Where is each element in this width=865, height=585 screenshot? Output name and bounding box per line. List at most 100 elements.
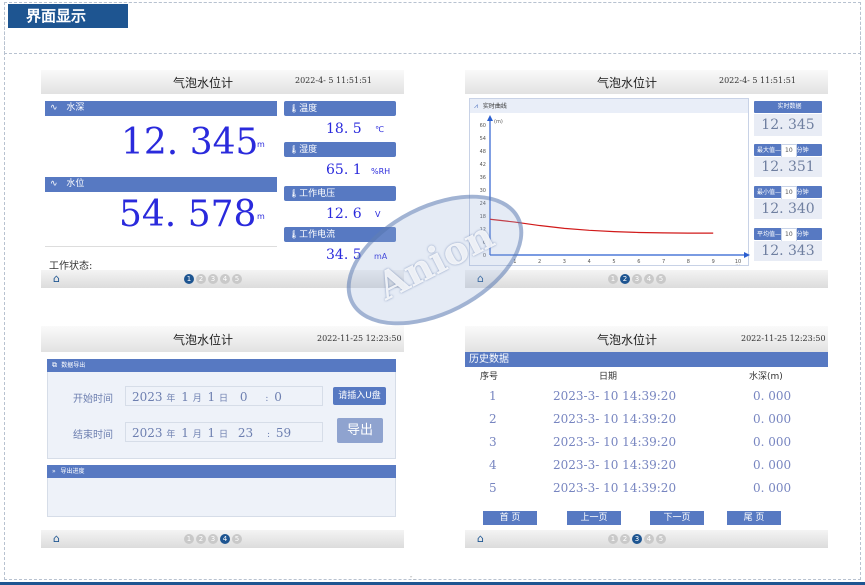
home-icon[interactable]: ⌂ — [53, 273, 60, 285]
page-dot-1[interactable]: 1 — [608, 274, 618, 284]
page-dot-4[interactable]: 4 — [220, 274, 230, 284]
max-label-text: 最大值— — [757, 147, 782, 154]
page-dot-2[interactable]: 2 — [620, 534, 630, 544]
y-axis-arrow — [487, 115, 493, 121]
end-day[interactable]: 1 — [208, 426, 216, 440]
watermark-text: Anion — [369, 211, 501, 309]
page-dot-5[interactable]: 5 — [656, 274, 666, 284]
export-title: 数据导出 — [61, 362, 86, 369]
page-dot-1[interactable]: 1 — [608, 534, 618, 544]
page-dot-2[interactable]: 2 — [620, 274, 630, 284]
y-axis-label: (m) — [494, 119, 503, 125]
page-dot-4[interactable]: 4 — [220, 534, 230, 544]
x-axis-arrow — [744, 252, 750, 258]
chevrons-icon: » — [52, 468, 56, 475]
panel-header: 气泡水位计 2022-11-25 12:23:50 — [41, 326, 404, 352]
page-indicator: 1 2 3 4 5 — [608, 534, 666, 544]
x-tick-label: 2 — [538, 259, 541, 265]
y-tick-label: 60 — [480, 123, 486, 129]
first-page-button[interactable]: 首 页 — [483, 511, 537, 525]
avg-minutes-input[interactable]: 10 — [781, 228, 797, 242]
app-title: 气泡水位计 — [173, 76, 234, 90]
table-row: 4 2023-3- 10 14:39:20 0. 000 — [465, 458, 828, 478]
level-label: 水位 — [66, 179, 85, 189]
export-icon: ⧉ — [52, 361, 57, 369]
thermometer-icon: 🌡 — [289, 230, 300, 239]
chart-icon: ⩘ — [474, 102, 478, 110]
end-year[interactable]: 2023 — [132, 426, 163, 440]
page-dot-3[interactable]: 3 — [632, 274, 642, 284]
page-dot-3[interactable]: 3 — [208, 274, 218, 284]
start-time-field[interactable]: 2023 年 1 月 1 日 0 : 0 — [125, 386, 323, 406]
page-dot-2[interactable]: 2 — [196, 534, 206, 544]
table-row: 5 2023-3- 10 14:39:20 0. 000 — [465, 481, 828, 501]
x-axis-unit: (h) — [735, 264, 741, 265]
header-index: 序号 — [480, 372, 499, 382]
export-button[interactable]: 导出 — [337, 418, 383, 443]
end-time-field[interactable]: 2023 年 1 月 1 日 23 : 59 — [125, 422, 323, 442]
table-row: 2 2023-3- 10 14:39:20 0. 000 — [465, 412, 828, 432]
page-dot-3[interactable]: 3 — [208, 534, 218, 544]
depth-unit: m — [257, 140, 265, 149]
row-date: 2023-3- 10 14:39:20 — [553, 412, 677, 426]
x-tick-label: 6 — [637, 259, 640, 265]
end-hour[interactable]: 23 — [238, 426, 253, 440]
panel-footer: ⌂ 1 2 3 4 5 — [465, 530, 828, 548]
prev-page-button[interactable]: 上一页 — [567, 511, 621, 525]
temp-value: 18. 5 — [326, 121, 362, 137]
start-year[interactable]: 2023 — [132, 390, 163, 404]
min-label: 最小值— 10 分钟 — [754, 186, 822, 200]
page-dot-5[interactable]: 5 — [232, 534, 242, 544]
max-minutes-input[interactable]: 10 — [781, 144, 797, 158]
panel-footer: ⌂ 1 2 3 4 5 — [41, 530, 404, 548]
next-page-button[interactable]: 下一页 — [650, 511, 704, 525]
start-minute[interactable]: 0 — [274, 390, 282, 404]
clock: 2022-4- 5 11:51:51 — [719, 76, 796, 85]
page-dot-1[interactable]: 1 — [184, 274, 194, 284]
end-minute[interactable]: 59 — [276, 426, 291, 440]
end-month[interactable]: 1 — [181, 426, 189, 440]
page-dot-5[interactable]: 5 — [656, 534, 666, 544]
min-minutes-input[interactable]: 10 — [781, 186, 797, 200]
level-unit: m — [257, 212, 265, 221]
voltage-label: 工作电压 — [299, 189, 336, 199]
panel-realtime: 气泡水位计 2022-4- 5 11:51:51 ⩘ 实时曲线 (m) 60 54 4… — [465, 70, 828, 288]
header-frame — [4, 2, 861, 54]
page-dot-3[interactable]: 3 — [632, 534, 642, 544]
page-indicator: 1 2 3 4 5 — [184, 534, 242, 544]
page-dot-4[interactable]: 4 — [644, 274, 654, 284]
header-depth: 水深(m) — [749, 372, 783, 382]
panel-header: 气泡水位计 2022-11-25 12:23:50 — [465, 326, 828, 352]
voltage-bar: 🌡工作电压 — [284, 186, 396, 201]
chart-title: 实时曲线 — [482, 103, 507, 110]
panel-export: 气泡水位计 2022-11-25 12:23:50 ⧉ 数据导出 开始时间 20… — [41, 326, 404, 548]
row-date: 2023-3- 10 14:39:20 — [553, 481, 677, 495]
x-tick-label: 4 — [588, 259, 591, 265]
page-dot-4[interactable]: 4 — [644, 534, 654, 544]
depth-bar: ∿ 水深 — [45, 101, 277, 116]
level-value: 54. 578 — [119, 194, 257, 235]
home-icon[interactable]: ⌂ — [477, 533, 484, 545]
page-dot-2[interactable]: 2 — [196, 274, 206, 284]
page-dot-1[interactable]: 1 — [184, 534, 194, 544]
last-page-button[interactable]: 尾 页 — [727, 511, 781, 525]
table-header: 序号 日期 水深(m) — [465, 369, 828, 383]
page-dot-5[interactable]: 5 — [232, 274, 242, 284]
depth-value: 12. 345 — [121, 122, 259, 163]
y-tick-label: 42 — [480, 162, 486, 168]
month-char: 月 — [192, 430, 202, 440]
min-minutes-unit: 分钟 — [796, 189, 809, 196]
table-row: 3 2023-3- 10 14:39:20 0. 000 — [465, 435, 828, 455]
insert-usb-button[interactable]: 请插入U盘 — [333, 387, 386, 405]
start-day[interactable]: 1 — [208, 390, 216, 404]
app-title: 气泡水位计 — [597, 76, 658, 90]
home-icon[interactable]: ⌂ — [53, 533, 60, 545]
thermometer-icon: 🌡 — [289, 104, 300, 113]
start-month[interactable]: 1 — [181, 390, 189, 404]
clock: 2022-4- 5 11:51:51 — [295, 76, 372, 85]
progress-title: 导出进度 — [60, 468, 85, 475]
panel-footer: ⌂ 1 2 3 4 5 — [465, 270, 828, 288]
clock: 2022-11-25 12:23:50 — [317, 334, 402, 343]
y-tick-label: 30 — [480, 188, 486, 194]
start-hour[interactable]: 0 — [240, 390, 248, 404]
